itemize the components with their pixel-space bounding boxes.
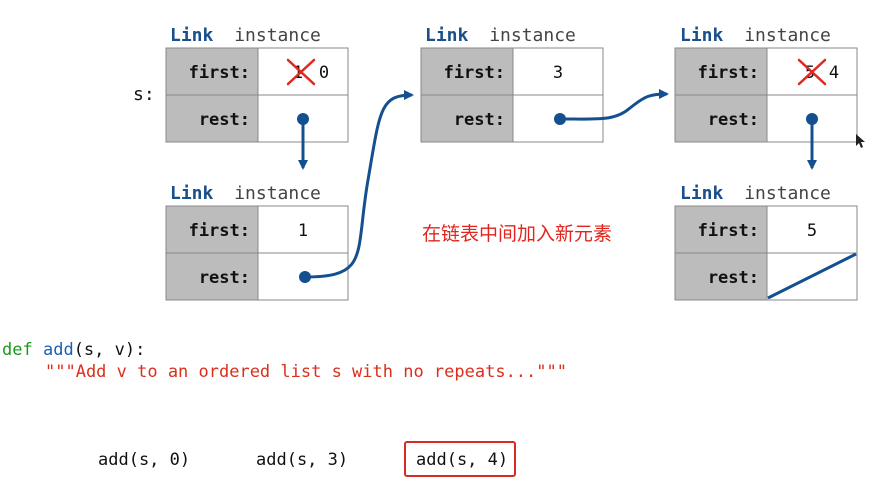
slide-canvas: s: Link instance first: rest: 1 0 Link i… <box>0 0 872 494</box>
def-keyword: def <box>2 340 33 360</box>
first-value: 0 <box>319 63 329 83</box>
link-keyword: Link <box>170 183 214 204</box>
annotation-text: 在链表中间加入新元素 <box>422 223 613 245</box>
link-instance-title: Link instance <box>170 183 321 204</box>
linked-list-diagram: s: Link instance first: rest: 1 0 Link i… <box>133 25 865 301</box>
code-def-line: def add(s, v): <box>2 340 145 360</box>
link-instance-3: Link instance first: rest: 5 4 <box>674 25 858 143</box>
first-field-label: first: <box>698 63 759 83</box>
rest-field-label: rest: <box>454 110 505 130</box>
first-value: 5 <box>807 221 817 241</box>
rest-field-label: rest: <box>199 268 250 288</box>
highlight-box <box>404 441 516 477</box>
mouse-cursor-icon <box>856 134 865 148</box>
instance-word: instance <box>234 183 321 204</box>
first-value: 3 <box>553 63 563 83</box>
instance-word: instance <box>744 25 831 46</box>
first-field-label: first: <box>189 63 250 83</box>
call-add-3: add(s, 3) <box>256 450 349 470</box>
first-field-label: first: <box>698 221 759 241</box>
link-instance-1: Link instance first: rest: 1 0 <box>165 25 349 143</box>
first-field-label: first: <box>189 221 250 241</box>
first-value: 4 <box>829 63 839 83</box>
first-field-label: first: <box>444 63 505 83</box>
link-keyword: Link <box>680 183 724 204</box>
function-signature: (s, v): <box>73 340 146 360</box>
rest-field-label: rest: <box>199 110 250 130</box>
link-instance-5: Link instance first: rest: 5 <box>674 183 858 301</box>
link-instance-2: Link instance first: rest: 3 <box>420 25 604 143</box>
instance-word: instance <box>744 183 831 204</box>
rest-field-label: rest: <box>708 110 759 130</box>
link-instance-title: Link instance <box>425 25 576 46</box>
instance-word: instance <box>489 25 576 46</box>
instance-word: instance <box>234 25 321 46</box>
link-keyword: Link <box>680 25 724 46</box>
link-instance-title: Link instance <box>680 25 831 46</box>
link-instance-title: Link instance <box>680 183 831 204</box>
function-name: add <box>42 340 74 360</box>
link-keyword: Link <box>425 25 469 46</box>
first-value: 1 <box>298 221 308 241</box>
call-add-0: add(s, 0) <box>98 450 191 470</box>
variable-label: s: <box>133 84 155 105</box>
link-instance-title: Link instance <box>170 25 321 46</box>
rest-field-label: rest: <box>708 268 759 288</box>
link-keyword: Link <box>170 25 214 46</box>
code-docstring: """Add v to an ordered list s with no re… <box>45 362 567 382</box>
link-instance-4: Link instance first: rest: 1 <box>165 183 349 301</box>
